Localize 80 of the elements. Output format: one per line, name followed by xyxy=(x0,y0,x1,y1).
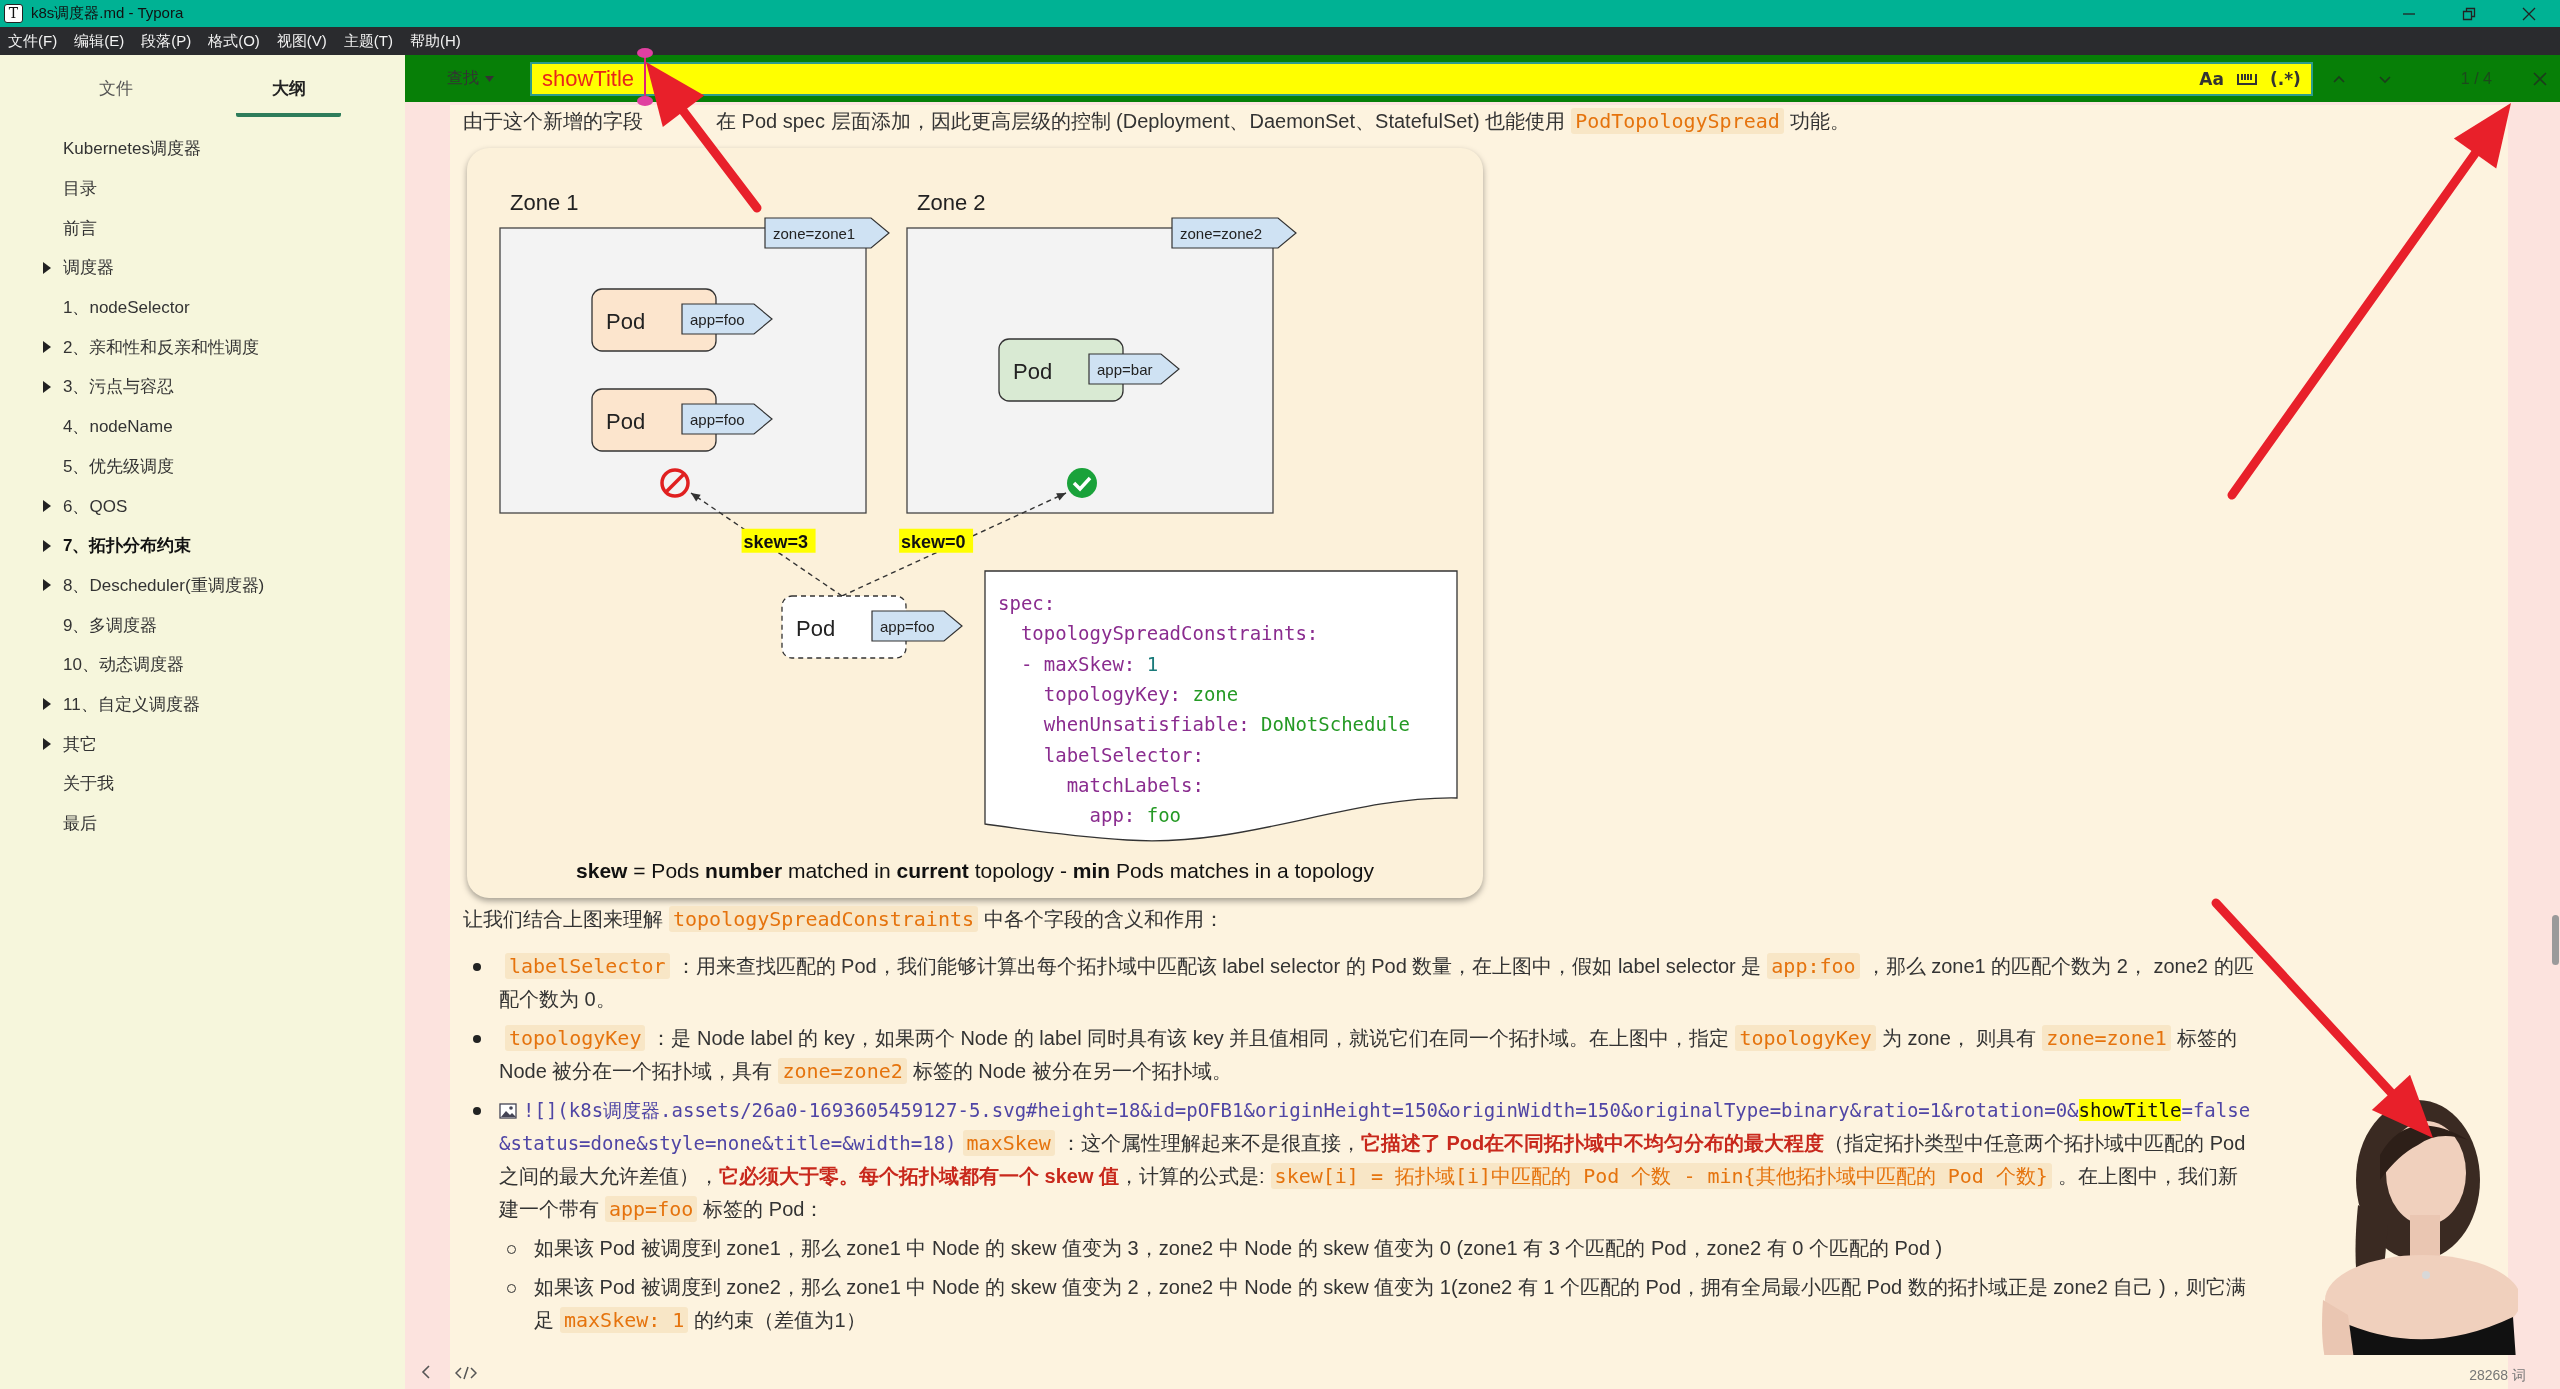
menu-item[interactable]: 段落(P) xyxy=(141,31,192,51)
skew-label: skew=3 xyxy=(741,528,816,553)
chevron-left-icon[interactable] xyxy=(421,1364,431,1380)
label-tag: zone=zone2 xyxy=(1171,217,1297,249)
outline-item[interactable]: 10、动态调度器 xyxy=(63,653,184,677)
sidebar-tab[interactable]: 大纲 xyxy=(236,65,342,117)
outline-item[interactable]: 其它 xyxy=(63,732,97,756)
bullet-dot xyxy=(473,1107,481,1115)
word-count[interactable]: 28268 词 xyxy=(2469,1367,2526,1385)
zone-label: Zone 1 xyxy=(510,190,579,215)
expand-arrow-icon[interactable] xyxy=(43,380,51,393)
close-icon xyxy=(2533,71,2547,86)
outline-item[interactable]: 8、Descheduler(重调度器) xyxy=(63,573,265,597)
outline-item[interactable]: 关于我 xyxy=(63,772,114,796)
bullet-dot xyxy=(473,1035,481,1043)
outline-item[interactable]: 11、自定义调度器 xyxy=(63,692,200,716)
outline-item[interactable]: 6、QOS xyxy=(63,494,128,518)
label-tag: zone=zone1 xyxy=(764,217,890,249)
zone-label: Zone 2 xyxy=(917,190,986,215)
code-line: app: foo xyxy=(1089,804,1182,827)
paragraph: 让我们结合上图来理解 topologySpreadConstraints 中各个字段的含义和作用： xyxy=(463,905,1226,934)
restore-icon[interactable] xyxy=(2462,6,2476,21)
expand-arrow-icon[interactable] xyxy=(43,579,51,592)
menu-item[interactable]: 视图(V) xyxy=(276,31,327,51)
outline-item[interactable]: 5、优先级调度 xyxy=(63,454,175,478)
no-entry-icon xyxy=(660,468,690,498)
menu-item[interactable]: 主题(T) xyxy=(343,31,393,51)
expand-arrow-icon[interactable] xyxy=(43,539,51,552)
search-option-toggle[interactable]: Aa xyxy=(2193,61,2230,96)
outline-item[interactable]: 7、拓扑分布约束 xyxy=(63,534,192,558)
outline-item[interactable]: 3、污点与容忍 xyxy=(63,375,175,399)
list-item-text: ![](k8s调度器.assets/26a0-1693605459127-5.svg#height=18&id=pOFB1&originHeight=150&originWidth=150&originalType=binary&ratio=1&rotation=0&showTitle=false&status=done&style=none&title=&width=18) maxSkew ：这个属性理解起来不是很直接，它描述了 Pod在不同拓扑域中不均匀分布的最大程度（指定拓扑类型中任意两个拓扑域中匹配的 Pod 之间的最大允许差值），它必须大于零。每个拓扑域都有一个 skew 值，计算的公式是: skew[i] = 拓扑域[i]中匹配的 Pod 个数 - min{其他拓扑域中匹配的 Pod 个数} 。在上图中，我们新建一个带有 app=foo 标签的 Pod： xyxy=(499,1098,2252,1224)
outline-item[interactable]: 1、nodeSelector xyxy=(63,296,190,320)
outline-item[interactable]: 2、亲和性和反亲和性调度 xyxy=(63,335,260,359)
outline-item[interactable]: 调度器 xyxy=(63,256,114,280)
diagram-caption: skew = Pods number matched in current topology - min Pods matches in a topology xyxy=(575,858,1375,884)
code-line: matchLabels: xyxy=(1066,773,1204,796)
text-cursor-icon xyxy=(637,48,653,106)
code-line: labelSelector: xyxy=(1043,743,1204,766)
expand-arrow-icon[interactable] xyxy=(43,341,51,354)
search-option-toggle[interactable]: (.*) xyxy=(2263,61,2313,96)
label-tag: app=bar xyxy=(1088,353,1180,385)
list-item-text: topologyKey ：是 Node label 的 key，如果两个 Node 的 label 同时具有该 key 并且值相同，就说它们在同一个拓扑域。在上图中，指定 topologyKey 为 zone， 则具有 zone=zone1 标签的 Node 被分在一个拓扑域，具有 zone=zone2 标签的 Node 被分在另一个拓扑域。 xyxy=(499,1024,2238,1086)
menu-item[interactable]: 文件(F) xyxy=(8,31,58,51)
expand-arrow-icon[interactable] xyxy=(43,500,51,513)
menu-item[interactable]: 格式(O) xyxy=(208,31,260,51)
label-tag: app=foo xyxy=(871,610,963,642)
code-line: topologySpreadConstraints: xyxy=(1020,622,1319,645)
list-item-text: 如果该 Pod 被调度到 zone2，那么 zone1 中 Node 的 skew 值变为 2，zone2 中 Node 的 skew 值变为 1(zone2 有 1 个匹配的 Pod，拥有全局最小匹配 Pod 数的拓扑域正是 zone2 自己 )，则它满足 maxSkew: 1 的约束（差值为1） xyxy=(534,1275,2247,1335)
outline-item[interactable]: 4、nodeName xyxy=(63,415,173,439)
code-line: spec: xyxy=(998,592,1056,614)
code-icon[interactable] xyxy=(455,1366,477,1380)
search-field[interactable]: showTitle xyxy=(530,61,2194,96)
code-line: whenUnsatisfiable: DoNotSchedule xyxy=(1043,713,1410,736)
code-line: - maxSkew: 1 xyxy=(1020,652,1159,675)
bullet-dot xyxy=(473,963,481,971)
label-tag: app=foo xyxy=(681,303,773,335)
skew-label: skew=0 xyxy=(899,528,974,553)
list-item-text: 如果该 Pod 被调度到 zone1，那么 zone1 中 Node 的 skew 值变为 3，zone2 中 Node 的 skew 值变为 0 (zone1 有 3 个匹配的 Pod，zone2 有 0 个匹配的 Pod ) xyxy=(534,1236,1943,1261)
outline-item[interactable]: 最后 xyxy=(63,812,97,836)
list-item-text: labelSelector ：用来查找匹配的 Pod，我们能够计算出每个拓扑域中匹配该 label selector 的 Pod 数量，在上图中，假如 label selector 是 app:foo ，那么 zone1 的匹配个数为 2， zone2 的匹配个数为 0。 xyxy=(499,952,2255,1012)
caret-icon xyxy=(485,75,494,82)
expand-arrow-icon[interactable] xyxy=(43,738,51,751)
app-icon: T xyxy=(4,4,23,23)
expand-arrow-icon[interactable] xyxy=(43,698,51,711)
window-title: k8s调度器.md - Typora xyxy=(31,4,185,23)
outline-item[interactable]: 前言 xyxy=(63,216,97,240)
outline-item[interactable]: Kubernetes调度器 xyxy=(63,137,201,161)
whole-word-icon xyxy=(2235,71,2258,86)
code-line: topologyKey: zone xyxy=(1043,682,1239,705)
check-circle-icon xyxy=(1067,468,1097,498)
expand-arrow-icon[interactable] xyxy=(43,261,51,274)
sidebar-tab[interactable]: 文件 xyxy=(63,65,169,117)
outline-item[interactable]: 9、多调度器 xyxy=(63,613,158,637)
close-icon[interactable] xyxy=(2522,6,2536,21)
menu-item[interactable]: 编辑(E) xyxy=(74,31,125,51)
outline-item[interactable]: 目录 xyxy=(63,177,97,201)
menu-item[interactable]: 帮助(H) xyxy=(410,31,461,51)
label-tag: app=foo xyxy=(681,403,773,435)
scrollbar-thumb[interactable] xyxy=(2552,915,2559,965)
